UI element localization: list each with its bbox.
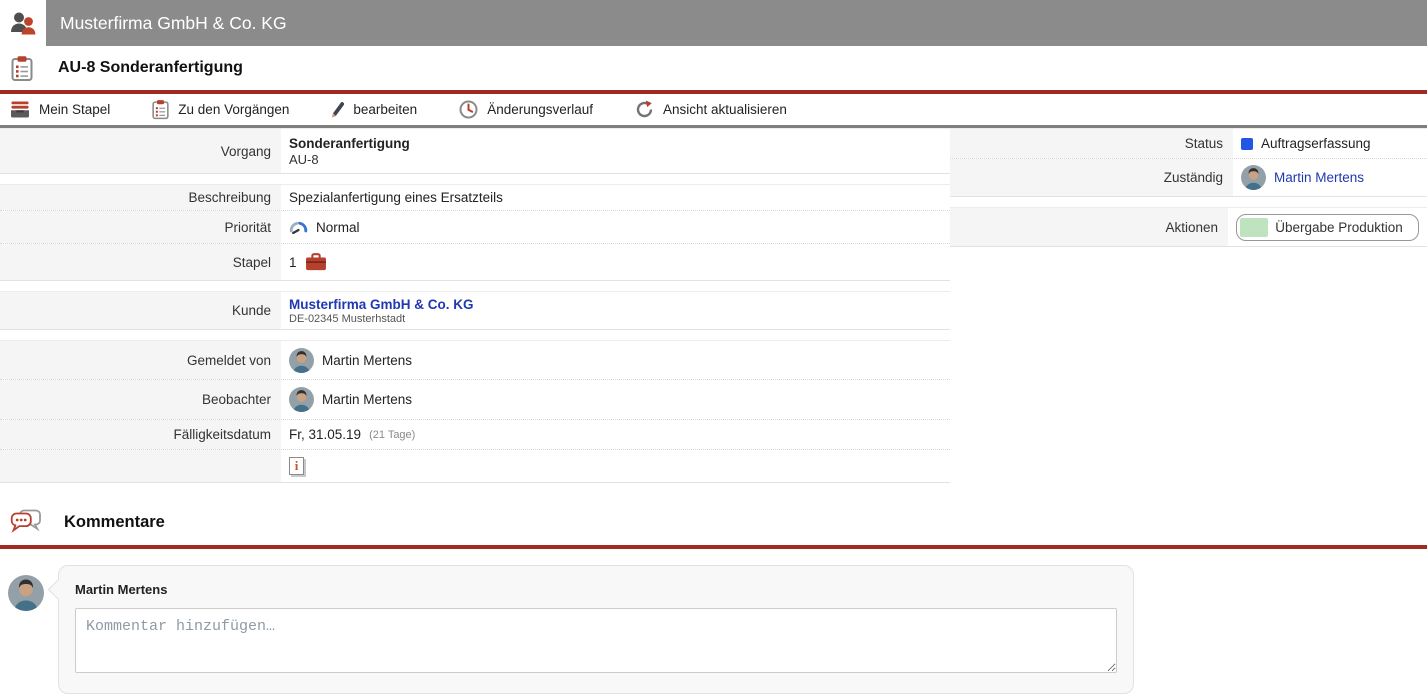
toolbar-button-zu-den-vorgaengen[interactable]: Zu den Vorgängen	[152, 99, 289, 120]
row-aktionen: Aktionen Übergabe Produktion	[950, 208, 1427, 246]
toolbar-button-aenderungsverlauf[interactable]: Änderungsverlauf	[459, 100, 593, 119]
field-label: Stapel	[0, 244, 281, 280]
row-status: Status Auftragserfassung	[950, 129, 1427, 158]
page-title: AU-8 Sonderanfertigung	[58, 59, 243, 77]
faelligkeitsdatum-remaining: (21 Tage)	[369, 429, 415, 441]
row-prioritaet: Priorität Normal	[0, 210, 950, 243]
toolbar-label: Mein Stapel	[39, 102, 110, 117]
field-label: Gemeldet von	[0, 341, 281, 379]
row-beschreibung: Beschreibung Spezialanfertigung eines Er…	[0, 185, 950, 210]
gemeldet-von-name: Martin Mertens	[322, 353, 412, 368]
row-zustaendig: Zuständig Martin Mertens	[950, 158, 1427, 196]
toolbar-button-ansicht-aktualisieren[interactable]: Ansicht aktualisieren	[635, 100, 787, 119]
title-bar: AU-8 Sonderanfertigung	[0, 46, 1427, 90]
ticket-details: Vorgang Sonderanfertigung AU-8 Beschreib…	[0, 128, 1427, 483]
company-name: Musterfirma GmbH & Co. KG	[60, 0, 287, 46]
beobachter-name: Martin Mertens	[322, 392, 412, 407]
toolbar-label: Ansicht aktualisieren	[663, 102, 787, 117]
pencil-icon	[331, 101, 344, 119]
avatar	[289, 348, 314, 373]
people-icon	[9, 10, 37, 37]
avatar	[8, 575, 44, 611]
field-label	[0, 450, 281, 482]
row-beobachter: Beobachter Martin Mertens	[0, 379, 950, 419]
beschreibung-value: Spezialanfertigung eines Ersatzteils	[289, 190, 503, 205]
faelligkeitsdatum-value: Fr, 31.05.19	[289, 427, 361, 442]
gauge-icon	[289, 220, 308, 234]
comments-section: Kommentare Martin Mertens	[0, 509, 1427, 695]
stapel-count: 1	[289, 255, 297, 270]
kunde-link[interactable]: Musterfirma GmbH & Co. KG	[289, 297, 474, 312]
top-header: Musterfirma GmbH & Co. KG	[0, 0, 1427, 46]
field-label: Beschreibung	[0, 185, 281, 210]
toolbar-button-bearbeiten[interactable]: bearbeiten	[331, 101, 417, 119]
field-label: Kunde	[0, 292, 281, 329]
comment-input[interactable]	[75, 608, 1117, 673]
app-logo[interactable]	[0, 0, 46, 46]
field-label: Fälligkeitsdatum	[0, 420, 281, 449]
field-label: Zuständig	[950, 159, 1233, 196]
avatar	[1241, 165, 1266, 190]
details-table-right: Status Auftragserfassung Zuständig Marti…	[950, 128, 1427, 247]
row-info: i	[0, 449, 950, 482]
field-label: Status	[950, 129, 1233, 158]
row-vorgang: Vorgang Sonderanfertigung AU-8	[0, 129, 950, 173]
tray-icon	[10, 101, 30, 118]
row-stapel: Stapel 1	[0, 243, 950, 280]
briefcase-icon[interactable]	[305, 253, 327, 271]
status-value: Auftragserfassung	[1261, 136, 1371, 151]
comment-editor: Martin Mertens	[58, 565, 1134, 694]
field-label: Aktionen	[950, 208, 1228, 246]
toolbar: Mein Stapel Zu den Vorgängen bearbeiten …	[0, 94, 1427, 128]
comment-bubble: Martin Mertens	[58, 565, 1134, 694]
prioritaet-value: Normal	[316, 220, 360, 235]
row-gemeldet-von: Gemeldet von Martin Mertens	[0, 341, 950, 379]
kunde-address: DE-02345 Musterhstadt	[289, 313, 405, 325]
field-label: Beobachter	[0, 380, 281, 419]
toolbar-label: bearbeiten	[353, 102, 417, 117]
toolbar-button-mein-stapel[interactable]: Mein Stapel	[10, 101, 110, 118]
action-status-chip	[1240, 218, 1268, 237]
clipboard-icon	[10, 55, 34, 82]
comments-heading: Kommentare	[64, 513, 165, 532]
status-color-square	[1241, 138, 1253, 150]
comment-author: Martin Mertens	[75, 581, 1117, 599]
toolbar-label: Zu den Vorgängen	[178, 102, 289, 117]
info-icon[interactable]: i	[289, 457, 304, 475]
vorgang-id: AU-8	[289, 152, 319, 167]
details-table-left: Vorgang Sonderanfertigung AU-8 Beschreib…	[0, 128, 950, 483]
clock-icon	[459, 100, 478, 119]
row-faelligkeitsdatum: Fälligkeitsdatum Fr, 31.05.19 (21 Tage)	[0, 419, 950, 449]
avatar	[289, 387, 314, 412]
refresh-icon	[635, 100, 654, 119]
divider-red	[0, 545, 1427, 549]
uebergabe-produktion-button[interactable]: Übergabe Produktion	[1236, 214, 1419, 241]
comments-icon	[10, 509, 42, 535]
field-label: Priorität	[0, 211, 281, 243]
field-label: Vorgang	[0, 129, 281, 173]
vorgang-value: Sonderanfertigung	[289, 136, 410, 151]
toolbar-label: Änderungsverlauf	[487, 102, 593, 117]
action-button-label: Übergabe Produktion	[1268, 220, 1410, 235]
clipboard-icon	[152, 99, 169, 120]
row-kunde: Kunde Musterfirma GmbH & Co. KG DE-02345…	[0, 292, 950, 329]
zustaendig-link[interactable]: Martin Mertens	[1274, 170, 1364, 185]
